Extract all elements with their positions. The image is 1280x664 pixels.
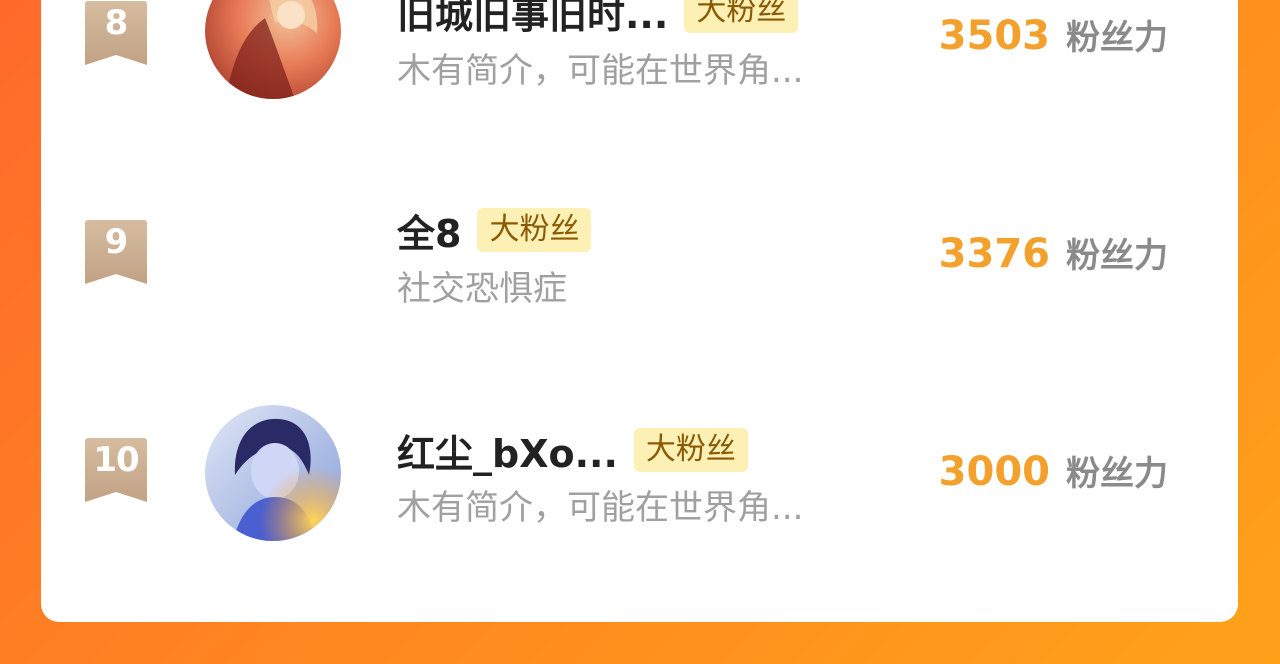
fan-power: 3000 粉丝力 [939, 446, 1168, 495]
rank-number: 10 [93, 440, 139, 480]
user-name-line: 红尘_bXo... 大粉丝 [397, 424, 748, 476]
rank-number: 9 [104, 222, 129, 262]
fan-power-unit: 粉丝力 [1066, 236, 1168, 276]
fan-power: 3376 粉丝力 [939, 228, 1168, 277]
fan-power-value: 3000 [938, 449, 1050, 495]
user-name[interactable]: 旧城旧事旧时... [397, 0, 668, 39]
user-description: 木有简介，可能在世界角... [397, 51, 804, 91]
user-name[interactable]: 红尘_bXo... [397, 423, 618, 478]
fan-power: 3503 粉丝力 [939, 10, 1168, 59]
rank-ribbon-icon: 10 [85, 438, 147, 502]
fan-ranking-card: 8 旧城旧事旧时... 大粉丝 木有简介，可能在世界角... 3503 粉丝力 … [41, 0, 1238, 622]
user-name-line: 全8 大粉丝 [397, 203, 592, 258]
user-name-line: 旧城旧事旧时... 大粉丝 [397, 0, 799, 39]
fan-power-unit: 粉丝力 [1066, 18, 1168, 58]
ranking-row-10[interactable]: 10 红尘_bXo... 大粉丝 木有简介，可能在世界角... 3000 粉丝力 [41, 396, 1238, 596]
user-description: 木有简介，可能在世界角... [397, 488, 804, 528]
user-avatar[interactable] [205, 405, 341, 541]
user-name[interactable]: 全8 [397, 203, 461, 258]
fan-power-unit: 粉丝力 [1066, 454, 1168, 494]
big-fan-badge: 大粉丝 [477, 208, 592, 252]
rank-number: 8 [104, 3, 129, 43]
user-avatar[interactable] [205, 0, 341, 99]
rank-ribbon-icon: 8 [85, 1, 147, 65]
ranking-row-9[interactable]: 9 全8 大粉丝 社交恐惧症 3376 粉丝力 [41, 178, 1238, 378]
user-description: 社交恐惧症 [397, 269, 567, 309]
big-fan-badge: 大粉丝 [633, 428, 748, 472]
fan-power-value: 3503 [938, 13, 1050, 59]
fan-power-value: 3376 [938, 231, 1050, 277]
big-fan-badge: 大粉丝 [684, 0, 799, 33]
rank-ribbon-icon: 9 [85, 220, 147, 284]
ranking-row-8[interactable]: 8 旧城旧事旧时... 大粉丝 木有简介，可能在世界角... 3503 粉丝力 [41, 0, 1238, 160]
